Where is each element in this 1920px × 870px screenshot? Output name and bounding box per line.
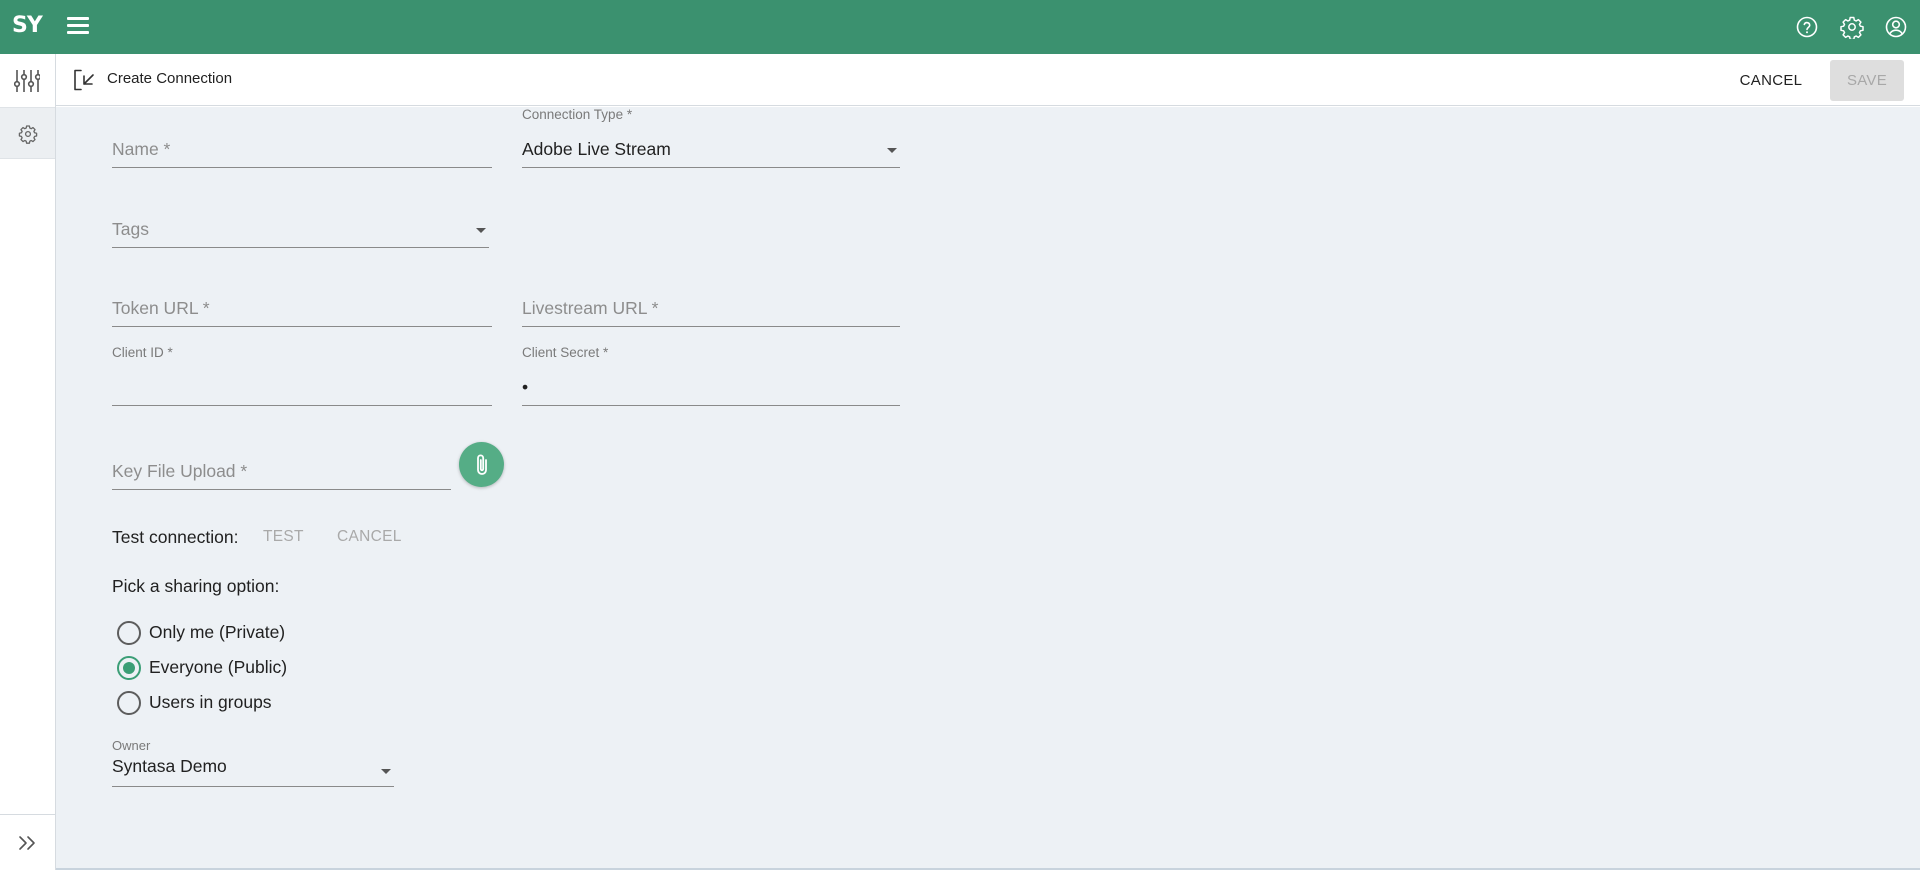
tags-select[interactable]: Tags bbox=[112, 204, 489, 248]
chevron-down-icon bbox=[381, 769, 391, 774]
page-title: Create Connection bbox=[107, 70, 233, 87]
chevron-down-icon bbox=[887, 148, 897, 153]
sidebar-expand-button[interactable] bbox=[0, 817, 55, 869]
radio-groups-label[interactable]: Users in groups bbox=[149, 692, 272, 713]
save-button[interactable]: SAVE bbox=[1830, 60, 1904, 101]
menu-icon[interactable] bbox=[67, 17, 89, 37]
key-file-upload-input[interactable]: Key File Upload * bbox=[112, 446, 451, 490]
key-file-upload-placeholder: Key File Upload * bbox=[112, 461, 248, 481]
tags-placeholder: Tags bbox=[112, 219, 149, 239]
name-input[interactable]: Name * bbox=[112, 124, 492, 168]
owner-select[interactable]: Owner Syntasa Demo bbox=[112, 738, 394, 787]
connection-type-value: Adobe Live Stream bbox=[522, 139, 671, 159]
sidebar-divider bbox=[0, 814, 55, 815]
radio-private-label[interactable]: Only me (Private) bbox=[149, 622, 285, 643]
token-url-placeholder: Token URL * bbox=[112, 298, 210, 318]
livestream-url-input[interactable]: Livestream URL * bbox=[522, 283, 900, 327]
livestream-url-placeholder: Livestream URL * bbox=[522, 298, 659, 318]
test-connection-label: Test connection: bbox=[112, 527, 239, 547]
token-url-input[interactable]: Token URL * bbox=[112, 283, 492, 327]
sidebar-item-settings[interactable] bbox=[0, 107, 55, 159]
page-header: Create Connection CANCEL SAVE bbox=[56, 54, 1920, 106]
gear-icon bbox=[18, 125, 38, 144]
help-icon[interactable] bbox=[1795, 15, 1819, 39]
sliders-icon bbox=[14, 70, 40, 92]
name-placeholder: Name * bbox=[112, 139, 171, 159]
settings-icon[interactable] bbox=[1840, 15, 1864, 39]
radio-public[interactable] bbox=[117, 656, 141, 680]
attach-file-button[interactable] bbox=[459, 442, 504, 487]
owner-value: Syntasa Demo bbox=[112, 756, 227, 776]
client-id-label: Client ID * bbox=[112, 345, 173, 360]
client-secret-value: • bbox=[522, 377, 529, 397]
test-button[interactable]: TEST bbox=[263, 528, 304, 546]
paperclip-icon bbox=[477, 454, 487, 475]
account-icon[interactable] bbox=[1884, 15, 1908, 39]
radio-private[interactable] bbox=[117, 621, 141, 645]
back-icon[interactable] bbox=[72, 68, 96, 92]
test-cancel-button[interactable]: CANCEL bbox=[337, 528, 402, 546]
app-logo[interactable]: SY bbox=[12, 13, 43, 38]
client-secret-input[interactable]: Client Secret * • bbox=[522, 345, 900, 406]
top-app-bar: SY bbox=[0, 0, 1920, 54]
left-sidebar bbox=[0, 54, 56, 870]
connection-type-label: Connection Type * bbox=[522, 107, 633, 122]
owner-label: Owner bbox=[112, 738, 151, 753]
sharing-label: Pick a sharing option: bbox=[112, 576, 280, 596]
cancel-button[interactable]: CANCEL bbox=[1729, 62, 1813, 98]
client-secret-label: Client Secret * bbox=[522, 345, 609, 360]
client-id-input[interactable]: Client ID * bbox=[112, 345, 492, 406]
chevron-down-icon bbox=[476, 228, 486, 233]
radio-public-label[interactable]: Everyone (Public) bbox=[149, 657, 287, 678]
connection-type-select[interactable]: Connection Type * Adobe Live Stream bbox=[522, 107, 900, 168]
radio-groups[interactable] bbox=[117, 691, 141, 715]
expand-icon bbox=[19, 836, 35, 850]
sidebar-item-filters[interactable] bbox=[0, 54, 55, 106]
